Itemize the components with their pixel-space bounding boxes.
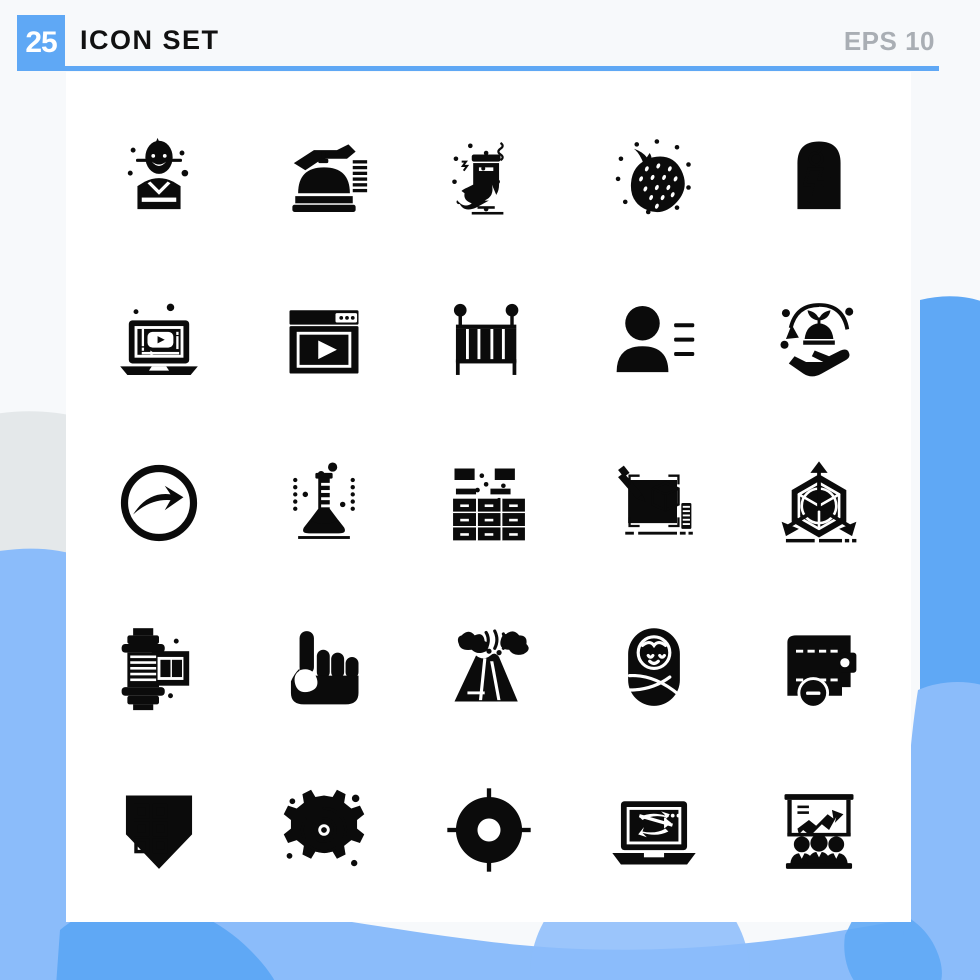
icon-cell-15[interactable]: [736, 421, 901, 585]
icon-cell-25[interactable]: [736, 748, 901, 912]
swaddled-baby-icon: [627, 627, 680, 706]
icon-count-badge: 25: [17, 15, 65, 71]
service-bell-icon: [291, 144, 367, 212]
icon-cell-9[interactable]: [571, 258, 736, 422]
hand-sprout-icon: [779, 303, 853, 377]
icon-cell-5[interactable]: [736, 94, 901, 258]
page-title: ICON SET: [80, 25, 220, 55]
icon-cell-3[interactable]: [406, 94, 571, 258]
icon-grid: [66, 72, 911, 922]
icon-cell-12[interactable]: [241, 421, 406, 585]
icon-cell-17[interactable]: [241, 585, 406, 749]
baby-crib-icon: [453, 304, 518, 376]
icon-cell-18[interactable]: [406, 585, 571, 749]
icon-cell-20[interactable]: [736, 585, 901, 749]
presentation-team-icon: [784, 794, 853, 869]
cube-axes-icon: [781, 461, 856, 543]
film-roll-icon: [121, 627, 189, 710]
wallet-minus-icon: [786, 634, 856, 709]
icon-cell-22[interactable]: [241, 748, 406, 912]
gear-settings-icon: [283, 789, 364, 867]
icon-cell-14[interactable]: [571, 421, 736, 585]
lab-flask-icon: [292, 462, 355, 539]
icon-cell-24[interactable]: [571, 748, 736, 912]
laptop-transfer-icon: [611, 801, 696, 865]
icon-cell-21[interactable]: [76, 748, 241, 912]
icon-cell-23[interactable]: [406, 748, 571, 912]
icon-cell-7[interactable]: [241, 258, 406, 422]
icon-cell-11[interactable]: [76, 421, 241, 585]
blue-blob-right: [920, 296, 980, 730]
volcano-icon: [454, 629, 529, 702]
pencil-cube-design-icon: [617, 465, 693, 535]
icon-cell-4[interactable]: [571, 94, 736, 258]
icon-cell-8[interactable]: [406, 258, 571, 422]
browser-video-icon: [289, 310, 358, 374]
icon-cell-6[interactable]: [76, 258, 241, 422]
shield-grid-icon: [125, 795, 192, 869]
poster-header: 25 ICON SET EPS 10: [0, 0, 980, 72]
icon-cell-19[interactable]: [571, 585, 736, 749]
icon-grid-card: [66, 72, 911, 922]
laptop-video-icon: [119, 304, 198, 376]
power-tag-icon: [796, 141, 841, 209]
happy-customer-icon: [127, 137, 188, 209]
format-label: EPS 10: [843, 26, 935, 56]
share-arrow-circle-icon: [120, 464, 197, 542]
smelly-sock-icon: [451, 141, 504, 215]
foam-finger-icon: [290, 630, 358, 704]
icon-set-poster: 25 ICON SET EPS 10: [0, 0, 980, 980]
icon-cell-1[interactable]: [76, 94, 241, 258]
icon-cell-2[interactable]: [241, 94, 406, 258]
icon-cell-13[interactable]: [406, 421, 571, 585]
icon-cell-10[interactable]: [736, 258, 901, 422]
header-divider: [17, 66, 939, 71]
target-crosshair-icon: [446, 788, 531, 872]
strawberry-icon: [615, 138, 691, 215]
dresser-drawers-icon: [452, 468, 525, 541]
icon-cell-16[interactable]: [76, 585, 241, 749]
user-profile-icon: [616, 306, 694, 373]
